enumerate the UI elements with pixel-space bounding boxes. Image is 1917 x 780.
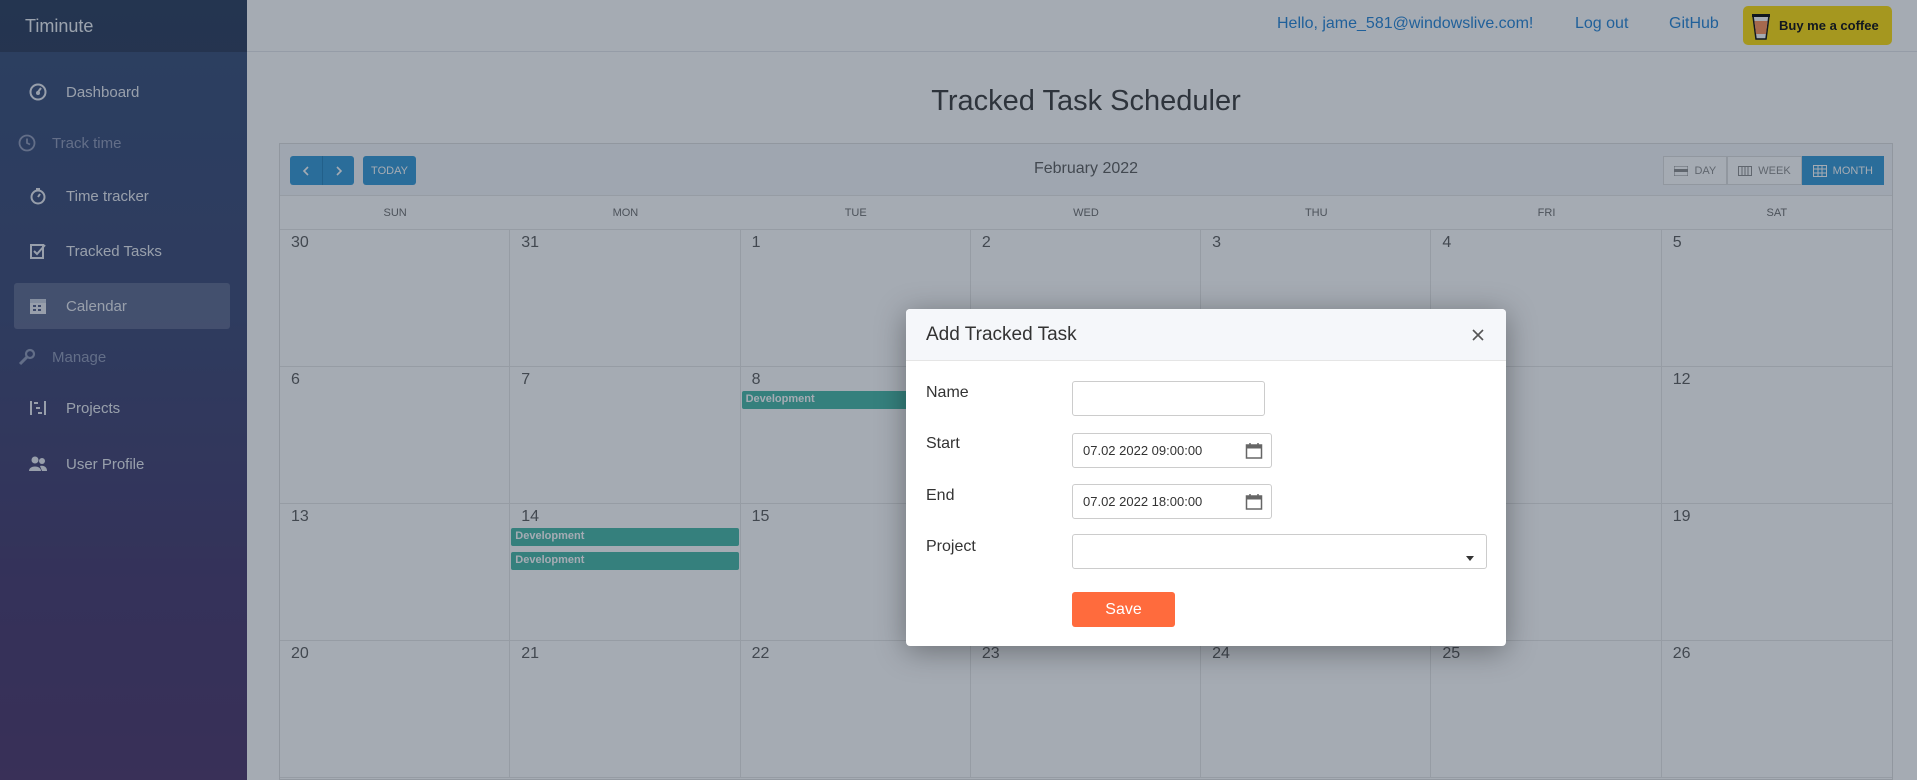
calendar-picker-icon[interactable]	[1245, 493, 1263, 514]
caret-down-icon	[1466, 549, 1474, 564]
start-label: Start	[926, 435, 960, 452]
name-field[interactable]	[1072, 381, 1265, 416]
save-button[interactable]: Save	[1072, 592, 1175, 627]
add-tracked-task-modal: Add Tracked Task Name Start 07.02 2022 0…	[906, 309, 1506, 646]
start-datetime-field[interactable]: 07.02 2022 09:00:00	[1072, 433, 1272, 468]
start-datetime-value: 07.02 2022 09:00:00	[1083, 443, 1203, 458]
end-datetime-field[interactable]: 07.02 2022 18:00:00	[1072, 484, 1272, 519]
end-datetime-value: 07.02 2022 18:00:00	[1083, 494, 1203, 509]
calendar-picker-icon[interactable]	[1245, 442, 1263, 463]
modal-title: Add Tracked Task	[926, 324, 1077, 345]
name-label: Name	[926, 384, 969, 401]
modal-header: Add Tracked Task	[906, 309, 1506, 361]
close-icon[interactable]	[1470, 327, 1486, 343]
project-label: Project	[926, 538, 976, 555]
end-label: End	[926, 487, 955, 504]
project-select[interactable]	[1072, 534, 1487, 569]
